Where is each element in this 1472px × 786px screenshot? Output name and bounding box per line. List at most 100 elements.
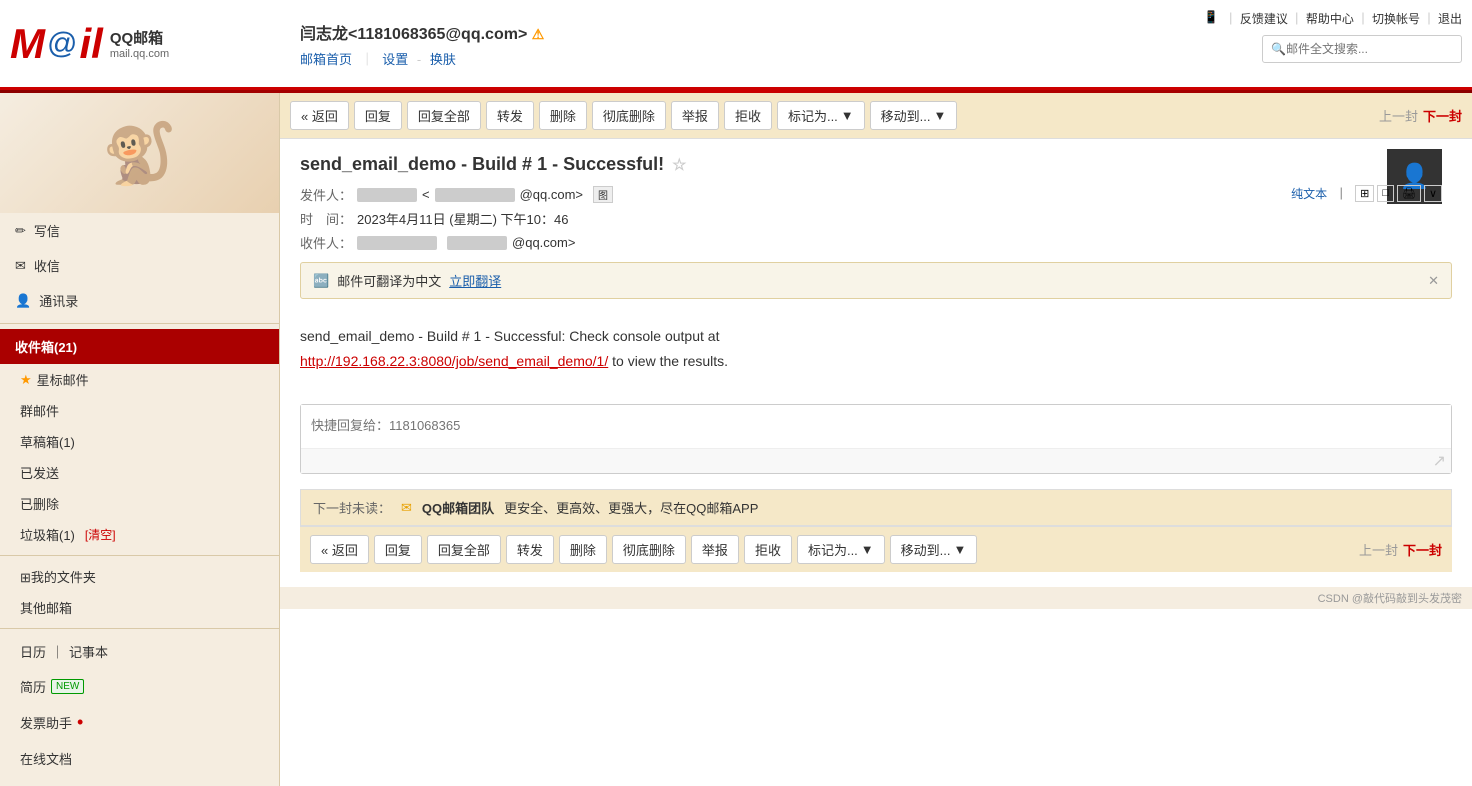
compose-icon: ✏ — [15, 223, 26, 239]
footer: CSDN @敲代码敲到头发茂密 — [280, 587, 1472, 609]
compose-label: 写信 — [34, 221, 60, 240]
sidebar-item-daily[interactable]: 每日悦读 • — [0, 776, 279, 786]
skin-link[interactable]: 换肤 — [430, 52, 456, 67]
header-right: 📱 ｜ 反馈建议 ｜ 帮助中心 ｜ 切换帐号 ｜ 退出 🔍 — [1201, 10, 1462, 63]
invoice-label: 发票助手 — [20, 713, 72, 732]
body-link[interactable]: http://192.168.22.3:8080/job/send_email_… — [300, 353, 608, 369]
translate-link[interactable]: 立即翻译 — [449, 271, 501, 290]
more-icon[interactable]: ∨ — [1424, 185, 1442, 202]
sender-blurred-name — [357, 188, 417, 202]
inbox-mail-icon: ✉ — [15, 258, 26, 274]
sidebar: 🐒 ✏ 写信 ✉ 收信 👤 通讯录 收件箱(21) ★ 星标邮件 群邮件 草稿箱… — [0, 93, 280, 786]
reject-button[interactable]: 拒收 — [724, 101, 772, 130]
prev-nav-bottom[interactable]: 上一封 — [1359, 540, 1398, 559]
subject-star[interactable]: ☆ — [672, 155, 686, 175]
sidebar-item-resume[interactable]: 简历 NEW — [0, 669, 279, 704]
home-link[interactable]: 邮箱首页 — [300, 52, 352, 67]
recipient-domain: @qq.com> — [512, 235, 575, 250]
delete-button-bottom[interactable]: 删除 — [559, 535, 607, 564]
forward-button-bottom[interactable]: 转发 — [506, 535, 554, 564]
email-body: send_email_demo - Build # 1 - Successful… — [300, 309, 1452, 389]
logo-at-char: @ — [47, 29, 77, 59]
move-label: 移动到... — [881, 106, 931, 125]
sidebar-item-inbox-mail[interactable]: ✉ 收信 — [0, 248, 279, 283]
body-text-2: to view the results. — [612, 353, 728, 369]
calendar-label: 日历 — [20, 642, 46, 661]
reply-area: ↗ — [300, 404, 1452, 474]
bottom-toolbar: « 返回 回复 回复全部 转发 删除 彻底删除 举报 拒收 标记为... ▼ 移… — [300, 526, 1452, 572]
reject-button-bottom[interactable]: 拒收 — [744, 535, 792, 564]
next-nav[interactable]: 下一封 — [1423, 106, 1462, 125]
forward-button[interactable]: 转发 — [486, 101, 534, 130]
print-icon[interactable]: 🖨 — [1397, 185, 1421, 202]
logo-domain-text: mail.qq.com — [110, 48, 169, 60]
top-toolbar: « 返回 回复 回复全部 转发 删除 彻底删除 举报 拒收 标记为... ▼ 移… — [280, 93, 1472, 139]
time-label: 时 间： — [300, 209, 352, 228]
sidebar-item-sent[interactable]: 已发送 — [0, 457, 279, 488]
recipient-label: 收件人： — [300, 233, 352, 252]
time-value: 2023年4月11日 (星期二) 下午10：46 — [357, 209, 568, 228]
logout-link[interactable]: 退出 — [1438, 10, 1462, 27]
logo-brand: QQ邮箱 mail.qq.com — [110, 27, 169, 60]
reply-all-button[interactable]: 回复全部 — [407, 101, 481, 130]
reply-input[interactable] — [301, 405, 1451, 445]
mark-button-bottom[interactable]: 标记为... ▼ — [797, 535, 885, 564]
my-folders-label: ⊞我的文件夹 — [20, 567, 96, 586]
search-input[interactable] — [1286, 42, 1446, 56]
move-button-bottom[interactable]: 移动到... ▼ — [890, 535, 978, 564]
translate-close[interactable]: ✕ — [1428, 273, 1439, 289]
move-button[interactable]: 移动到... ▼ — [870, 101, 958, 130]
mark-button[interactable]: 标记为... ▼ — [777, 101, 865, 130]
move-dropdown-icon-bottom: ▼ — [954, 542, 967, 557]
feedback-link[interactable]: 反馈建议 — [1240, 10, 1288, 27]
sidebar-item-my-folders[interactable]: ⊞我的文件夹 — [0, 561, 279, 592]
sidebar-item-contacts[interactable]: 👤 通讯录 — [0, 283, 279, 318]
sidebar-item-deleted[interactable]: 已删除 — [0, 488, 279, 519]
sidebar-item-other-mail[interactable]: 其他邮箱 — [0, 592, 279, 623]
sidebar-item-calendar[interactable]: 日历 ｜ 记事本 — [0, 634, 279, 669]
resume-label: 简历 — [20, 677, 46, 696]
switch-account-link[interactable]: 切换帐号 — [1372, 10, 1420, 27]
forward-icon[interactable]: ⊞ — [1355, 185, 1374, 202]
report-button[interactable]: 举报 — [671, 101, 719, 130]
contacts-icon: 👤 — [15, 293, 31, 309]
sidebar-item-compose[interactable]: ✏ 写信 — [0, 213, 279, 248]
settings-link[interactable]: 设置 — [382, 52, 408, 67]
sidebar-item-inbox[interactable]: 收件箱(21) — [0, 329, 279, 364]
spam-clear[interactable]: [清空] — [85, 526, 116, 543]
notes-label: 记事本 — [69, 642, 108, 661]
perm-delete-button-bottom[interactable]: 彻底删除 — [612, 535, 686, 564]
reply-button[interactable]: 回复 — [354, 101, 402, 130]
help-link[interactable]: 帮助中心 — [1306, 10, 1354, 27]
starred-label: 星标邮件 — [37, 370, 89, 389]
search-box[interactable]: 🔍 — [1262, 35, 1462, 63]
sidebar-item-starred[interactable]: ★ 星标邮件 — [0, 364, 279, 395]
promo-subject: 更安全、更高效、更强大，尽在QQ邮箱APP — [504, 498, 758, 517]
email-subject: send_email_demo - Build # 1 - Successful… — [300, 154, 1452, 175]
back-button-bottom[interactable]: « 返回 — [310, 535, 369, 564]
mark-dropdown-icon: ▼ — [841, 108, 854, 123]
sidebar-item-spam[interactable]: 垃圾箱(1) [清空] — [0, 519, 279, 550]
next-nav-bottom[interactable]: 下一封 — [1403, 540, 1442, 559]
deleted-label: 已删除 — [20, 494, 59, 513]
back-button[interactable]: « 返回 — [290, 101, 349, 130]
reply-button-bottom[interactable]: 回复 — [374, 535, 422, 564]
delete-button[interactable]: 删除 — [539, 101, 587, 130]
move-dropdown-icon: ▼ — [934, 108, 947, 123]
perm-delete-button[interactable]: 彻底删除 — [592, 101, 666, 130]
recipient-row: 收件人： @qq.com> — [300, 233, 1452, 252]
prev-nav[interactable]: 上一封 — [1379, 106, 1418, 125]
sender-label: 发件人： — [300, 185, 352, 204]
sidebar-item-docs[interactable]: 在线文档 — [0, 741, 279, 776]
sidebar-item-group[interactable]: 群邮件 — [0, 395, 279, 426]
sidebar-item-drafts[interactable]: 草稿箱(1) — [0, 426, 279, 457]
recipient-blurred2 — [447, 236, 507, 250]
sidebar-divider-3 — [0, 628, 279, 629]
plain-text-link[interactable]: 纯文本 — [1291, 185, 1327, 202]
window-icon[interactable]: □ — [1377, 185, 1394, 202]
report-button-bottom[interactable]: 举报 — [691, 535, 739, 564]
decoration-art: 🐒 — [102, 118, 177, 189]
promo-mail-icon: ✉ — [401, 500, 412, 516]
sidebar-item-invoice[interactable]: 发票助手 • — [0, 704, 279, 741]
reply-all-button-bottom[interactable]: 回复全部 — [427, 535, 501, 564]
